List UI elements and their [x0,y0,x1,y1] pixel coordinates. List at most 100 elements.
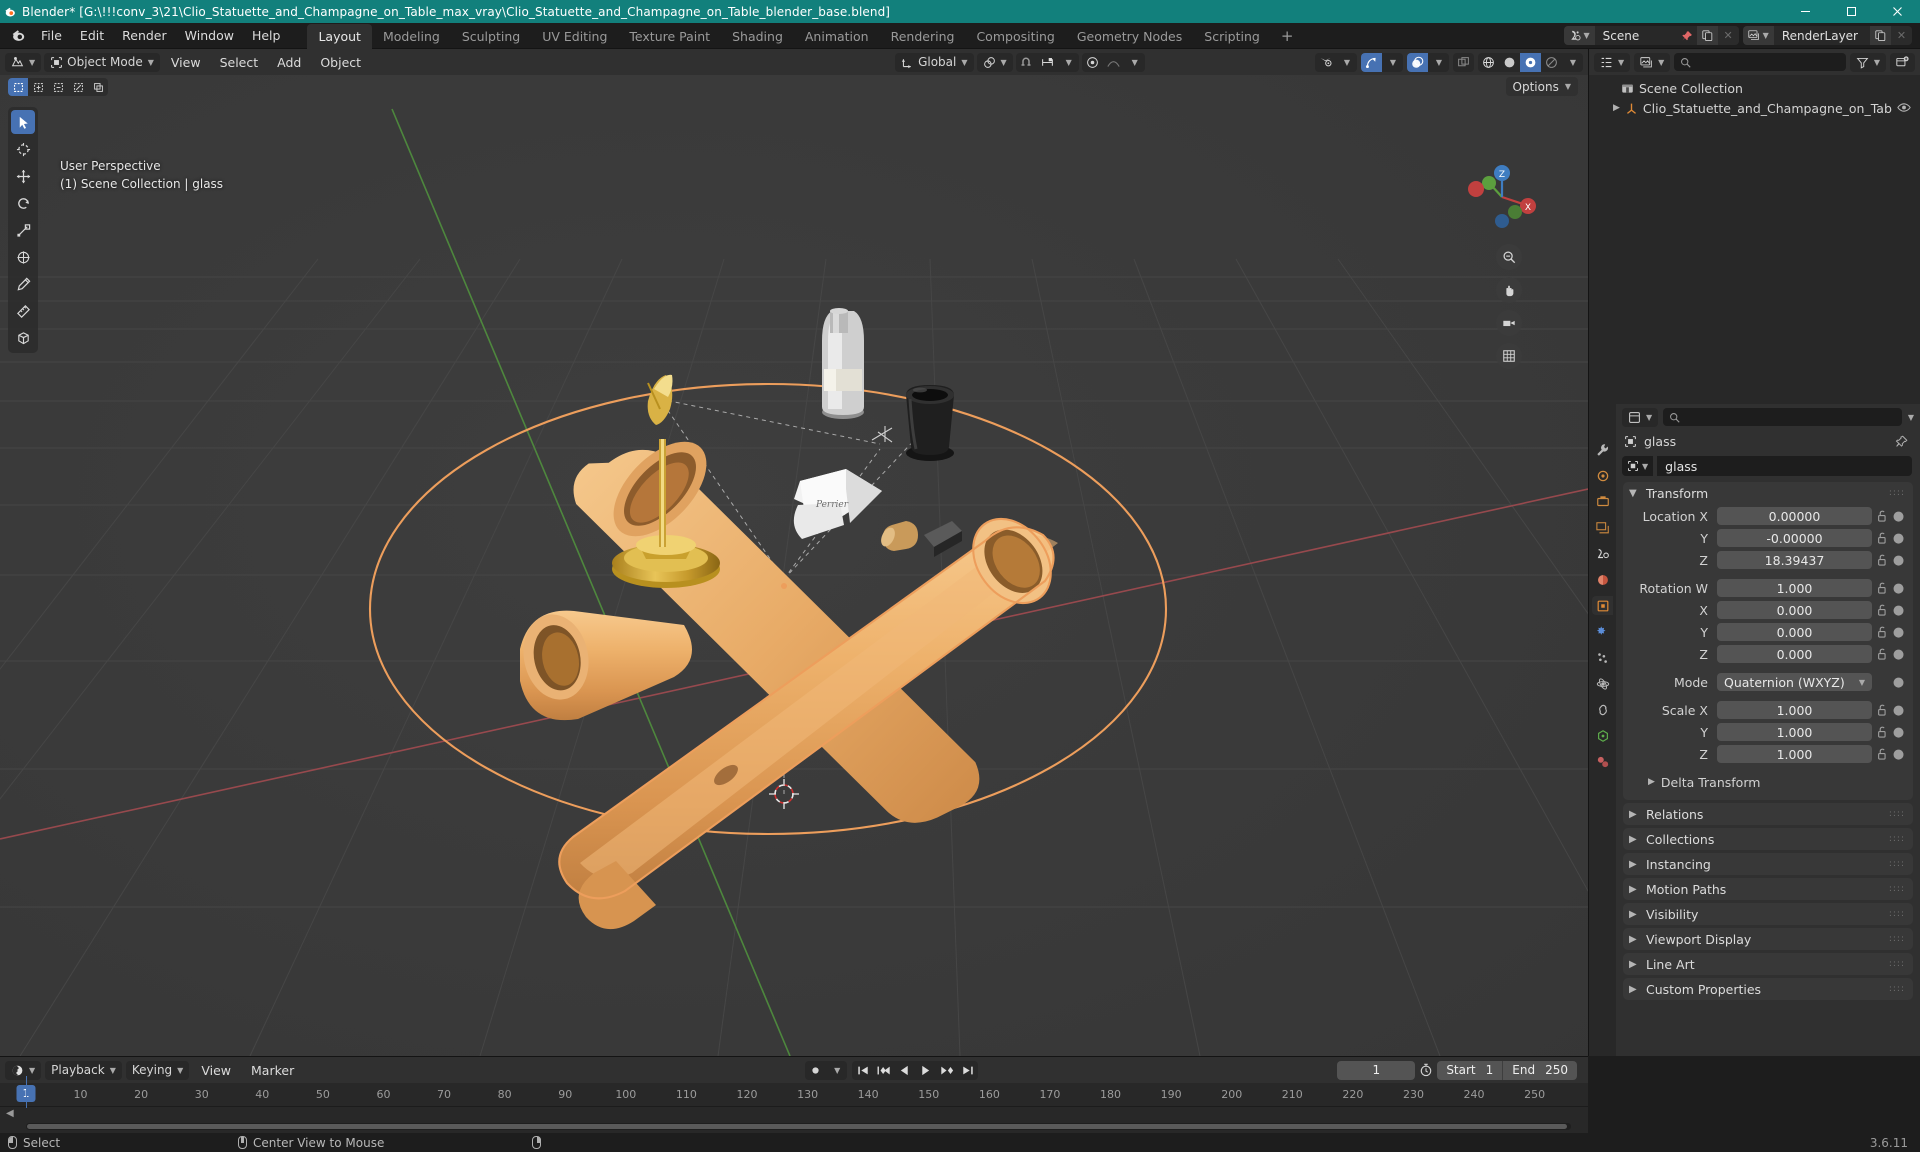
properties-tab-object[interactable] [1592,596,1613,615]
collections-panel[interactable]: ▶ Collections :::: [1623,828,1913,850]
animate-property-dot[interactable]: ● [1892,675,1905,690]
gizmo-group[interactable]: ▼ [1361,52,1403,72]
snapping-group[interactable]: ▼ [1015,52,1079,72]
delete-scene-button[interactable]: ✕ [1717,26,1739,45]
end-frame-cell[interactable]: End 250 [1502,1060,1577,1080]
scale-z-field[interactable]: 1.000 [1717,745,1872,763]
line-art-panel[interactable]: ▶ Line Art :::: [1623,953,1913,975]
lock-icon[interactable] [1872,626,1892,638]
show-object-types-icon[interactable] [1315,53,1336,72]
play-button[interactable] [915,1061,936,1080]
menu-window[interactable]: Window [176,25,243,46]
animate-property-dot[interactable]: ● [1892,553,1905,568]
instancing-panel-header[interactable]: ▶ Instancing :::: [1623,853,1913,875]
rotation-y-field[interactable]: 0.000 [1717,623,1872,641]
camera-view-icon[interactable] [1496,310,1522,336]
relations-panel[interactable]: ▶ Relations :::: [1623,803,1913,825]
auto-keying-group[interactable]: ▼ [805,1060,848,1080]
lock-icon[interactable] [1872,510,1892,522]
new-collection-button[interactable] [1890,52,1915,72]
select-intersect-mode-icon[interactable] [88,78,108,96]
properties-tab-scene[interactable] [1592,544,1613,563]
animate-property-dot[interactable]: ● [1892,747,1905,762]
lock-icon[interactable] [1872,704,1892,716]
outliner-row-object[interactable]: ▶ Clio_Statuette_and_Champagne_on_Tab [1589,98,1920,118]
transform-orientation-selector[interactable]: Global ▼ [895,52,974,72]
zoom-view-icon[interactable] [1496,244,1522,270]
visibility-chevron-icon[interactable]: ▼ [1336,53,1357,72]
properties-tab-object-data[interactable] [1592,726,1613,745]
properties-editor[interactable]: ▼ ▼ glass ▼ glass ▼ Transform:::: Locat… [1588,404,1920,1056]
timeline-editor[interactable]: ▼ Playback ▼ Keying ▼ View Marker ▼ 1 St… [0,1056,1588,1133]
pin-scene-icon[interactable] [1677,30,1697,42]
solid-shading-icon[interactable] [1499,53,1520,72]
menu-edit[interactable]: Edit [71,25,113,46]
falloff-curve-icon[interactable] [1103,53,1124,72]
visibility-group[interactable]: ▼ [1315,52,1357,72]
editor-type-selector[interactable]: ▼ [5,52,42,72]
3d-viewport[interactable]: Perrier ▼ Object Mode ▼ View Select Add … [0,49,1588,1056]
scale-x-field[interactable]: 1.000 [1717,701,1872,719]
falloff-dropdown-chevron-icon[interactable]: ▼ [1124,53,1145,72]
menu-file[interactable]: File [32,25,71,46]
properties-tab-particles[interactable] [1592,648,1613,667]
workspace-tab-modeling[interactable]: Modeling [372,24,451,49]
relations-panel-header[interactable]: ▶ Relations :::: [1623,803,1913,825]
snap-target-icon[interactable] [1037,53,1058,72]
timeline-menu-keying[interactable]: Keying ▼ [125,1060,190,1080]
properties-tab-modifiers[interactable] [1592,622,1613,641]
panel-drag-dots-icon[interactable]: :::: [1889,884,1913,894]
instancing-panel[interactable]: ▶ Instancing :::: [1623,853,1913,875]
move-tool[interactable] [11,164,35,188]
outliner-filter-button[interactable]: ▼ [1849,52,1886,72]
snap-magnet-icon[interactable] [1016,53,1037,72]
lock-icon[interactable] [1872,648,1892,660]
timeline-editor-type-selector[interactable]: ▼ [5,1060,42,1080]
location-y-field[interactable]: -0.00000 [1717,529,1872,547]
location-x-field[interactable]: 0.00000 [1717,507,1872,525]
properties-tab-output[interactable] [1592,492,1613,511]
properties-search-input[interactable] [1663,408,1902,426]
delta-transform-subpanel-header[interactable]: ▶ Delta Transform [1631,772,1905,792]
rotate-tool[interactable] [11,191,35,215]
overlays-group[interactable]: ▼ [1407,52,1449,72]
pin-id-icon[interactable] [1895,435,1912,448]
select-subtract-mode-icon[interactable] [48,78,68,96]
outliner-editor-type-selector[interactable]: ▼ [1594,52,1631,72]
timeline-scroll-left-icon[interactable]: ◀ [6,1108,14,1119]
gizmo-chevron-icon[interactable]: ▼ [1382,53,1403,72]
custom-properties-panel-header[interactable]: ▶ Custom Properties :::: [1623,978,1913,1000]
outliner-row-scene-collection[interactable]: Scene Collection [1589,78,1920,98]
play-reverse-button[interactable] [894,1061,915,1080]
select-extend-mode-icon[interactable] [28,78,48,96]
show-overlays-icon[interactable] [1407,52,1428,72]
interaction-mode-selector[interactable]: Object Mode ▼ [44,52,160,72]
minimize-button[interactable] [1782,0,1828,23]
properties-options-chevron-icon[interactable]: ▼ [1908,413,1914,422]
lock-icon[interactable] [1872,748,1892,760]
outliner-display-mode-selector[interactable]: ▼ [1634,52,1671,72]
visibility-panel[interactable]: ▶ Visibility :::: [1623,903,1913,925]
maximize-button[interactable] [1828,0,1874,23]
object-name-field[interactable]: glass [1657,456,1912,476]
timeline-ruler[interactable]: 10 20 30 40 50 60 70 80 90 100 110 120 130 140 150 160 1… [0,1083,1588,1107]
close-button[interactable] [1874,0,1920,23]
panel-drag-dots-icon[interactable]: :::: [1889,488,1913,498]
rotation-z-field[interactable]: 0.000 [1717,645,1872,663]
lock-icon[interactable] [1872,554,1892,566]
animate-property-dot[interactable]: ● [1892,531,1905,546]
cursor-tool[interactable] [11,137,35,161]
timeline-menu-playback[interactable]: Playback ▼ [45,1060,122,1080]
collections-panel-header[interactable]: ▶ Collections :::: [1623,828,1913,850]
properties-tab-constraints[interactable] [1592,700,1613,719]
animate-property-dot[interactable]: ● [1892,581,1905,596]
timeline-horizontal-scrollbar[interactable] [26,1123,1571,1130]
scale-tool[interactable] [11,218,35,242]
wireframe-shading-icon[interactable] [1478,53,1499,72]
shading-chevron-icon[interactable]: ▼ [1562,53,1583,72]
overlays-chevron-icon[interactable]: ▼ [1428,53,1449,72]
viewport-display-panel-header[interactable]: ▶ Viewport Display :::: [1623,928,1913,950]
outliner-editor[interactable]: ▼ ▼ ▼ Scene Collection ▶ Clio_Statuette_… [1588,49,1920,404]
rotation-x-field[interactable]: 0.000 [1717,601,1872,619]
viewport-menu-view[interactable]: View [163,53,209,72]
